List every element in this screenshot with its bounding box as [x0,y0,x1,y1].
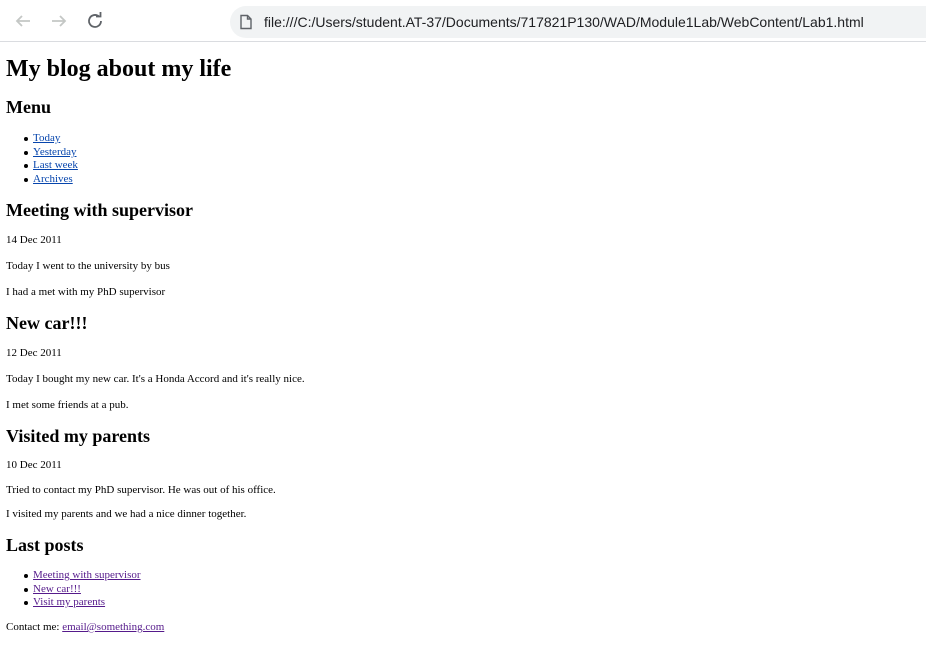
post-title: New car!!! [6,313,88,333]
contact-email-link[interactable]: email@something.com [62,621,164,633]
menu-list: Today Yesterday Last week Archives [6,132,78,186]
post-paragraph: I visited my parents and we had a nice d… [6,508,247,520]
reload-button[interactable] [80,6,110,36]
menu-item: Last week [6,159,78,173]
last-posts-list: Meeting with supervisor New car!!! Visit… [6,569,141,610]
browser-toolbar: file:///C:/Users/student.AT-37/Documents… [0,0,926,42]
post-paragraph: Tried to contact my PhD supervisor. He w… [6,484,276,496]
arrow-left-icon [15,15,30,27]
post-paragraph: I had a met with my PhD supervisor [6,286,166,298]
menu-link-archives[interactable]: Archives [33,173,73,185]
post-paragraph: I met some friends at a pub. [6,399,129,411]
list-item: Visit my parents [6,596,141,610]
menu-item: Archives [6,173,78,187]
arrow-right-icon [52,15,67,27]
last-post-link[interactable]: New car!!! [33,583,81,595]
post-paragraph: Today I bought my new car. It's a Honda … [6,373,305,385]
contact-label: Contact me: [6,621,60,633]
contact-line: Contact me: email@something.com [6,621,164,633]
menu-link-yesterday[interactable]: Yesterday [33,146,77,158]
list-item: New car!!! [6,583,141,597]
page-content: My blog about my life Menu Today Yesterd… [0,42,926,650]
menu-heading: Menu [6,97,51,117]
last-posts-heading: Last posts [6,535,84,555]
post-title: Meeting with supervisor [6,200,193,220]
forward-button[interactable] [44,6,74,36]
address-text[interactable]: file:///C:/Users/student.AT-37/Documents… [264,6,864,38]
list-item: Meeting with supervisor [6,569,141,583]
page-title: My blog about my life [6,56,232,82]
menu-link-today[interactable]: Today [33,132,60,144]
menu-link-last-week[interactable]: Last week [33,159,78,171]
menu-item: Yesterday [6,146,78,160]
post-date: 14 Dec 2011 [6,234,62,246]
last-post-link[interactable]: Meeting with supervisor [33,569,141,581]
menu-item: Today [6,132,78,146]
post-title: Visited my parents [6,426,150,446]
back-button[interactable] [8,6,38,36]
reload-icon [88,12,102,28]
post-date: 12 Dec 2011 [6,347,62,359]
post-paragraph: Today I went to the university by bus [6,260,170,272]
file-icon [240,14,252,30]
last-post-link[interactable]: Visit my parents [33,596,105,608]
post-date: 10 Dec 2011 [6,459,62,471]
address-bar[interactable]: file:///C:/Users/student.AT-37/Documents… [230,6,926,38]
